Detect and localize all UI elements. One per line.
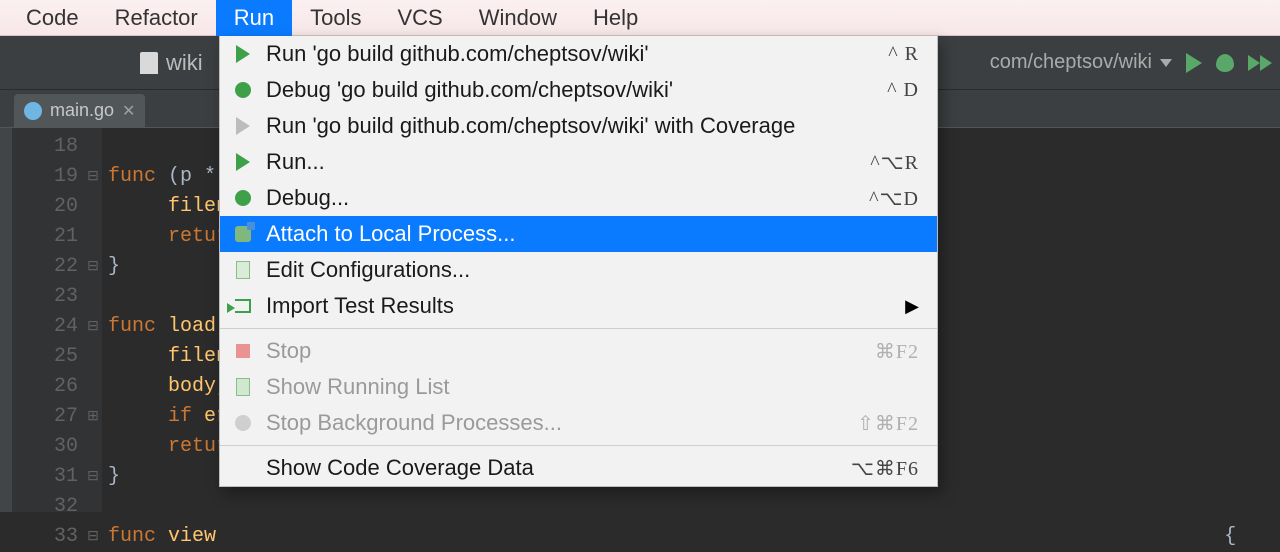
menu-help[interactable]: Help [575, 0, 656, 36]
menu-code[interactable]: Code [8, 0, 97, 36]
menu-running-list: Show Running List [220, 369, 937, 405]
submenu-arrow-icon: ▶ [905, 296, 919, 317]
stop-icon [236, 344, 250, 358]
menu-refactor[interactable]: Refactor [97, 0, 216, 36]
bug-icon [235, 190, 251, 206]
debug-icon[interactable] [1216, 54, 1234, 72]
menu-run[interactable]: Run [216, 0, 292, 36]
editor-left-strip [0, 128, 12, 512]
menu-debug-ellipsis[interactable]: Debug...^⌥D [220, 180, 937, 216]
gutter: 1819202122232425262730313233 [12, 128, 84, 512]
run-config-label: com/cheptsov/wiki [990, 51, 1152, 74]
run-coverage-icon[interactable] [1248, 55, 1272, 71]
menu-window[interactable]: Window [461, 0, 575, 36]
menu-edit-config[interactable]: Edit Configurations... [220, 252, 937, 288]
play-icon [236, 45, 250, 63]
menubar: Code Refactor Run Tools VCS Window Help [0, 0, 1280, 36]
circle-icon [235, 415, 251, 431]
bug-icon [235, 82, 251, 98]
list-icon [236, 378, 250, 396]
menu-separator [220, 328, 937, 329]
menu-tools[interactable]: Tools [292, 0, 379, 36]
play-grey-icon [236, 117, 250, 135]
play-icon [236, 153, 250, 171]
tab-label: main.go [50, 100, 114, 121]
run-config-selector[interactable]: com/cheptsov/wiki [990, 51, 1172, 74]
close-icon[interactable]: ✕ [122, 101, 135, 121]
chevron-down-icon [1160, 59, 1172, 67]
breadcrumb-file[interactable]: wiki [166, 50, 203, 76]
menu-coverage-data[interactable]: Show Code Coverage Data⌥⌘F6 [220, 450, 937, 486]
run-menu: Run 'go build github.com/cheptsov/wiki'^… [219, 36, 938, 487]
attach-icon [235, 226, 251, 242]
run-icon[interactable] [1186, 53, 1202, 73]
file-icon [140, 52, 158, 74]
fold-column[interactable]: ⊟⊟⊟⊞⊟⊟ [84, 128, 102, 512]
menu-run-coverage[interactable]: Run 'go build github.com/cheptsov/wiki' … [220, 108, 937, 144]
menu-run-target[interactable]: Run 'go build github.com/cheptsov/wiki'^… [220, 36, 937, 72]
menu-stop: Stop⌘F2 [220, 333, 937, 369]
tab-main-go[interactable]: main.go ✕ [14, 94, 145, 127]
go-file-icon [24, 102, 42, 120]
menu-vcs[interactable]: VCS [379, 0, 460, 36]
menu-import-tests[interactable]: Import Test Results▶ [220, 288, 937, 324]
menu-stop-bg: Stop Background Processes...⇧⌘F2 [220, 405, 937, 441]
menu-run-ellipsis[interactable]: Run...^⌥R [220, 144, 937, 180]
menu-debug-target[interactable]: Debug 'go build github.com/cheptsov/wiki… [220, 72, 937, 108]
edit-icon [236, 261, 250, 279]
menu-attach-local[interactable]: Attach to Local Process... [220, 216, 937, 252]
import-icon [235, 299, 251, 313]
menu-separator [220, 445, 937, 446]
